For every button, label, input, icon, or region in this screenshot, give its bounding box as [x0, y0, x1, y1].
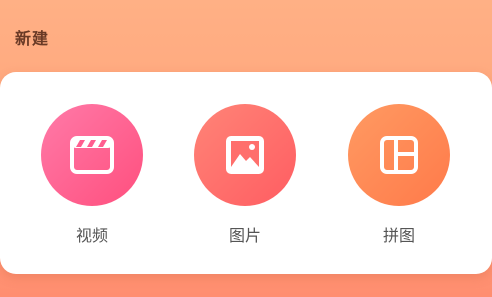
collage-icon [380, 136, 418, 174]
collage-label: 拼图 [382, 226, 415, 245]
collage-icon-circle [348, 104, 450, 206]
clapperboard-icon [70, 136, 114, 174]
create-video-button[interactable]: 视频 [41, 104, 143, 254]
video-icon-circle [41, 104, 143, 206]
image-icon [226, 136, 264, 174]
create-collage-button[interactable]: 拼图 [348, 104, 450, 254]
page-title: 新建 [15, 29, 50, 48]
video-label: 视频 [75, 226, 108, 245]
create-options-card: 视频 图片 拼图 [0, 72, 492, 274]
image-icon-circle [194, 104, 296, 206]
create-image-button[interactable]: 图片 [194, 104, 296, 254]
image-label: 图片 [228, 226, 261, 245]
